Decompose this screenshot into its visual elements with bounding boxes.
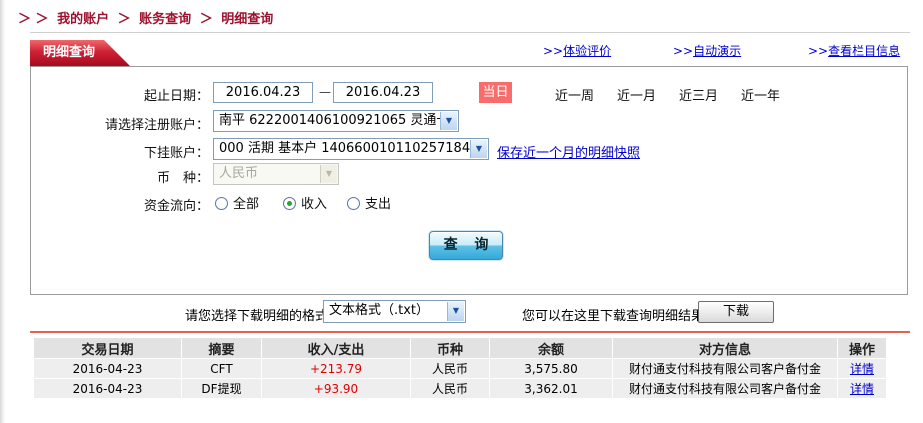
auto-demo-link[interactable]: >>自动演示	[673, 42, 741, 59]
cell-amount: +93.90	[262, 379, 410, 398]
fund-flow-label: 资金流向：	[143, 199, 209, 214]
cell-date: 2016-04-23	[34, 379, 181, 398]
breadcrumb-item-detail-query[interactable]: 明细查询	[221, 12, 273, 27]
start-date-input[interactable]	[213, 82, 313, 103]
breadcrumb-separator: ＞	[117, 12, 131, 27]
col-header-currency: 币种	[411, 338, 489, 358]
link-label: 自动演示	[693, 44, 742, 58]
transaction-table: 交易日期 摘要 收入/支出 币种 余额 对方信息 操作 2016-04-23 C…	[33, 337, 887, 399]
breadcrumb-item-my-account[interactable]: 我的账户	[57, 12, 109, 27]
col-header-counterparty: 对方信息	[613, 338, 837, 358]
table-header-row: 交易日期 摘要 收入/支出 币种 余额 对方信息 操作	[34, 338, 886, 358]
chevron-down-icon: ▼	[440, 112, 457, 130]
radio-icon	[215, 197, 228, 210]
chevron-down-icon: ▼	[470, 140, 487, 158]
registered-account-value: 南平 6222001406100921065 灵通卡	[219, 113, 450, 128]
link-label: 体验评价	[563, 44, 612, 58]
breadcrumb-separator: ＞	[199, 12, 213, 27]
header-divider	[30, 32, 910, 33]
flow-option-label: 收入	[301, 197, 328, 212]
flow-radio-expense[interactable]: 支出	[347, 193, 391, 212]
currency-select-disabled: 人民币 ▼	[213, 163, 339, 185]
query-button[interactable]: 查 询	[429, 231, 503, 260]
cell-counterparty: 财付通支付科技有限公司客户备付金	[613, 359, 837, 378]
col-header-date: 交易日期	[34, 338, 181, 358]
cell-currency: 人民币	[411, 379, 489, 398]
table-row: 2016-04-23 DF提现 +93.90 人民币 3,362.01 财付通支…	[34, 379, 886, 398]
breadcrumb-prefix: ＞ ＞	[18, 12, 49, 27]
detail-link[interactable]: 详情	[850, 362, 874, 376]
query-form-panel: 起止日期： — 当日 近一周 近一月 近三月 近一年 请选择注册账户： 南平 6…	[30, 66, 908, 295]
currency-value: 人民币	[219, 166, 259, 181]
flow-radio-all[interactable]: 全部	[215, 193, 259, 212]
range-last-3-months-button[interactable]: 近三月	[679, 85, 718, 104]
cell-summary: CFT	[182, 359, 261, 378]
chevron-down-icon: ▼	[320, 165, 337, 183]
download-button[interactable]: 下载	[698, 301, 774, 323]
today-badge-button[interactable]: 当日	[479, 82, 512, 103]
col-header-action: 操作	[838, 338, 886, 358]
cell-currency: 人民币	[411, 359, 489, 378]
date-separator: —	[319, 85, 331, 99]
cell-action: 详情	[838, 379, 886, 398]
radio-icon	[347, 197, 360, 210]
chevron-down-icon: ▼	[447, 302, 464, 321]
cell-balance: 3,575.80	[490, 359, 612, 378]
link-label: 查看栏目信息	[828, 44, 901, 58]
registered-account-select[interactable]: 南平 6222001406100921065 灵通卡 ▼	[213, 110, 459, 132]
download-hint-text: 您可以在这里下载查询明细结果	[522, 309, 705, 324]
page: ＞ ＞ 我的账户 ＞ 账务查询 ＞ 明细查询 明细查询 >>体验评价 >>自动演…	[0, 0, 923, 423]
currency-label: 币 种：	[156, 171, 209, 186]
link-prefix: >>	[543, 44, 564, 58]
cell-summary: DF提现	[182, 379, 261, 398]
cell-date: 2016-04-23	[34, 359, 181, 378]
download-format-select[interactable]: 文本格式（.txt） ▼	[323, 300, 466, 323]
cell-balance: 3,362.01	[490, 379, 612, 398]
breadcrumb-item-account-query[interactable]: 账务查询	[139, 12, 191, 27]
date-range-label: 起止日期：	[143, 89, 209, 104]
cell-amount: +213.79	[262, 359, 410, 378]
download-format-label: 请您选择下载明细的格式	[185, 309, 329, 324]
cell-counterparty: 财付通支付科技有限公司客户备付金	[613, 379, 837, 398]
page-edge-shadow	[0, 0, 5, 423]
col-header-summary: 摘要	[182, 338, 261, 358]
experience-rating-link[interactable]: >>体验评价	[543, 42, 611, 59]
registered-account-label: 请选择注册账户：	[104, 118, 209, 133]
table-top-divider	[30, 331, 910, 333]
save-snapshot-link[interactable]: 保存近一个月的明细快照	[497, 142, 640, 161]
flow-radio-income[interactable]: 收入	[283, 193, 327, 212]
tab-detail-query[interactable]: 明细查询	[30, 40, 130, 66]
flow-option-label: 支出	[365, 197, 392, 212]
flow-option-label: 全部	[233, 197, 260, 212]
link-prefix: >>	[808, 44, 829, 58]
col-header-balance: 余额	[490, 338, 612, 358]
column-info-link[interactable]: >>查看栏目信息	[808, 42, 900, 59]
sub-account-value: 000 活期 基本户 1406600101102571848	[219, 141, 479, 156]
download-format-value: 文本格式（.txt）	[329, 303, 430, 318]
link-prefix: >>	[673, 44, 694, 58]
detail-link[interactable]: 详情	[850, 382, 874, 396]
table-row: 2016-04-23 CFT +213.79 人民币 3,575.80 财付通支…	[34, 359, 886, 378]
radio-selected-icon	[283, 197, 296, 210]
range-last-year-button[interactable]: 近一年	[741, 85, 780, 104]
sub-account-label: 下挂账户：	[143, 146, 209, 161]
range-last-month-button[interactable]: 近一月	[617, 85, 656, 104]
sub-account-select[interactable]: 000 活期 基本户 1406600101102571848 ▼	[213, 138, 489, 160]
col-header-amount: 收入/支出	[262, 338, 410, 358]
range-last-week-button[interactable]: 近一周	[555, 85, 594, 104]
cell-action: 详情	[838, 359, 886, 378]
end-date-input[interactable]	[333, 82, 433, 103]
breadcrumb: ＞ ＞ 我的账户 ＞ 账务查询 ＞ 明细查询	[18, 8, 277, 27]
